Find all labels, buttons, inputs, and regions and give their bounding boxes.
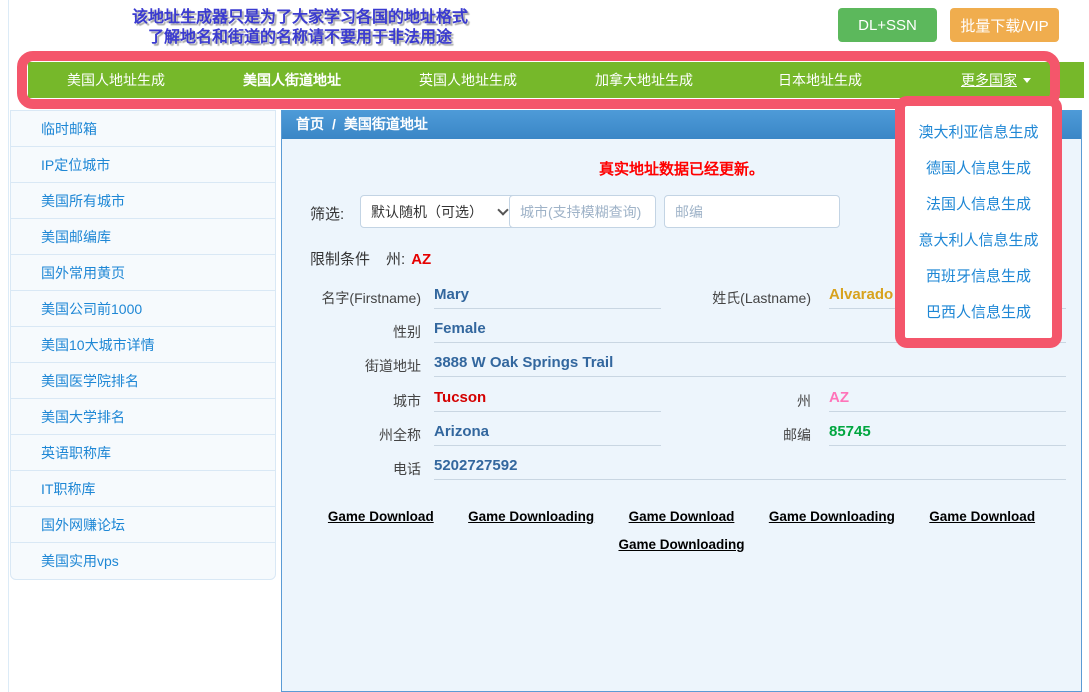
city-label: 城市 (282, 391, 421, 411)
sidebar-item-ip-city[interactable]: IP定位城市 (11, 147, 275, 183)
dropdown-item-brazil[interactable]: 巴西人信息生成 (905, 295, 1052, 331)
dropdown-item-france[interactable]: 法国人信息生成 (905, 187, 1052, 223)
sidebar-item-overseas-forum[interactable]: 国外网赚论坛 (11, 507, 275, 543)
nav-item-japan-address[interactable]: 日本地址生成 (732, 62, 908, 98)
more-countries-dropdown: 澳大利亚信息生成 德国人信息生成 法国人信息生成 意大利人信息生成 西班牙信息生… (895, 96, 1062, 348)
sidebar-item-temp-mail[interactable]: 临时邮箱 (11, 111, 275, 147)
firstname-value: Mary (434, 286, 661, 309)
breadcrumb-separator: / (332, 116, 336, 132)
lastname-label: 姓氏(Lastname) (691, 288, 811, 308)
sidebar-item-us-vps[interactable]: 美国实用vps (11, 543, 275, 579)
restriction-state-label: 州: (386, 251, 405, 268)
street-label: 街道地址 (282, 356, 421, 376)
sidebar-item-english-job-titles[interactable]: 英语职称库 (11, 435, 275, 471)
game-download-link[interactable]: Game Downloading (769, 509, 895, 524)
firstname-label: 名字(Firstname) (282, 288, 421, 308)
filter-type-select[interactable]: 默认随机（可选） (360, 195, 518, 228)
phone-value: 5202727592 (434, 457, 1066, 480)
state-full-value: Arizona (434, 423, 661, 446)
sidebar-item-us-top10-cities[interactable]: 美国10大城市详情 (11, 327, 275, 363)
chevron-down-icon (1023, 78, 1031, 83)
state-full-label: 州全称 (282, 425, 421, 445)
breadcrumb-current: 美国街道地址 (344, 116, 428, 132)
dl-ssn-button[interactable]: DL+SSN (838, 8, 937, 42)
restriction-row: 限制条件州: AZ (310, 248, 431, 269)
page-left-border (8, 0, 9, 692)
sidebar-item-yellow-pages[interactable]: 国外常用黄页 (11, 255, 275, 291)
dropdown-item-germany[interactable]: 德国人信息生成 (905, 151, 1052, 187)
city-value: Tucson (434, 389, 661, 412)
game-download-link[interactable]: Game Download (328, 509, 434, 524)
street-value: 3888 W Oak Springs Trail (434, 354, 1066, 377)
nav-item-us-street-address[interactable]: 美国人街道地址 (204, 62, 380, 98)
filter-select-value: 默认随机（可选） (371, 202, 483, 222)
zip-search-input[interactable] (664, 195, 840, 228)
gender-label: 性别 (282, 322, 421, 342)
dropdown-item-spain[interactable]: 西班牙信息生成 (905, 259, 1052, 295)
sidebar-item-us-all-cities[interactable]: 美国所有城市 (11, 183, 275, 219)
game-download-link[interactable]: Game Downloading (618, 537, 744, 552)
game-links-row-1: Game Download Game Downloading Game Down… (282, 508, 1081, 526)
disclaimer-text: 该地址生成器只是为了大家学习各国的地址格式 了解地名和街道的名称请不要用于非法用… (40, 8, 560, 48)
sidebar-item-us-university-ranking[interactable]: 美国大学排名 (11, 399, 275, 435)
city-search-input[interactable] (509, 195, 656, 228)
main-nav: 美国人地址生成 美国人街道地址 英国人地址生成 加拿大地址生成 日本地址生成 更… (28, 62, 1084, 98)
game-download-link[interactable]: Game Downloading (468, 509, 594, 524)
state-value: AZ (829, 389, 1066, 412)
nav-item-uk-address[interactable]: 英国人地址生成 (380, 62, 556, 98)
filter-label: 筛选: (310, 203, 344, 224)
nav-item-more-countries[interactable]: 更多国家 (908, 62, 1084, 98)
sidebar-item-us-zip-library[interactable]: 美国邮编库 (11, 219, 275, 255)
phone-label: 电话 (282, 459, 421, 479)
game-download-link[interactable]: Game Download (629, 509, 735, 524)
nav-item-us-address[interactable]: 美国人地址生成 (28, 62, 204, 98)
zip-label: 邮编 (691, 425, 811, 445)
disclaimer-line-2: 了解地名和街道的名称请不要用于非法用途 (40, 28, 560, 48)
sidebar: 临时邮箱 IP定位城市 美国所有城市 美国邮编库 国外常用黄页 美国公司前100… (10, 110, 276, 580)
page: 该地址生成器只是为了大家学习各国的地址格式 了解地名和街道的名称请不要用于非法用… (0, 0, 1089, 692)
disclaimer-line-1: 该地址生成器只是为了大家学习各国的地址格式 (40, 8, 560, 28)
restriction-state-value: AZ (411, 251, 431, 268)
sidebar-item-us-top1000-companies[interactable]: 美国公司前1000 (11, 291, 275, 327)
game-download-link[interactable]: Game Download (929, 509, 1035, 524)
state-label: 州 (691, 391, 811, 411)
game-links-row-2: Game Downloading (282, 536, 1081, 554)
restriction-label: 限制条件 (310, 251, 370, 268)
sidebar-item-us-medical-schools[interactable]: 美国医学院排名 (11, 363, 275, 399)
sidebar-item-it-job-titles[interactable]: IT职称库 (11, 471, 275, 507)
dropdown-item-italy[interactable]: 意大利人信息生成 (905, 223, 1052, 259)
select-chevron-icon (497, 204, 508, 215)
breadcrumb-home[interactable]: 首页 (296, 116, 324, 132)
zip-value: 85745 (829, 423, 1066, 446)
dropdown-item-australia[interactable]: 澳大利亚信息生成 (905, 115, 1052, 151)
more-countries-label: 更多国家 (961, 70, 1017, 90)
nav-item-canada-address[interactable]: 加拿大地址生成 (556, 62, 732, 98)
batch-download-vip-button[interactable]: 批量下载/VIP (950, 8, 1059, 42)
